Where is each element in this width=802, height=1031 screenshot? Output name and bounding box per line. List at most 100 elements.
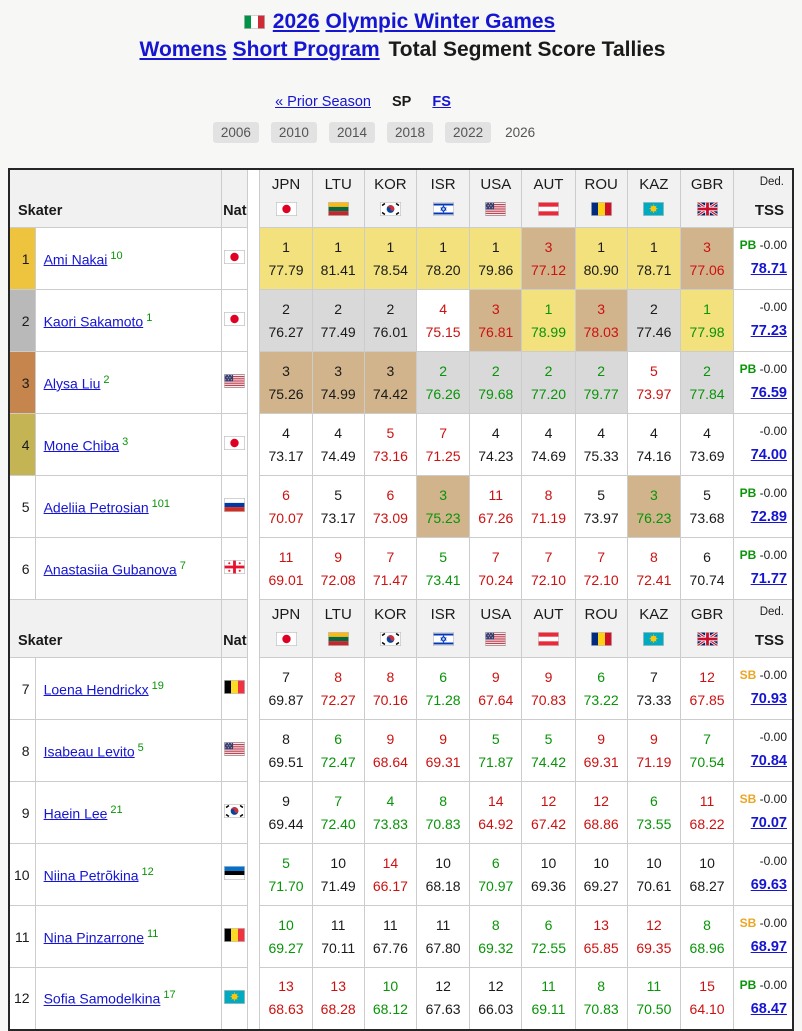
tss-link[interactable]: 68.47 [751, 1001, 787, 1017]
score-cell-aut: 672.55 [522, 906, 575, 968]
skater-link[interactable]: Sofia Samodelkina [44, 991, 161, 1007]
tss-link[interactable]: 69.63 [751, 877, 787, 893]
tss-link[interactable]: 74.00 [751, 447, 787, 463]
skater-superscript[interactable]: 19 [152, 680, 164, 692]
score-cell-rou: 180.90 [575, 228, 627, 290]
skater-row: 4Mone Chiba3473.17474.49573.16771.25474.… [9, 414, 793, 476]
flag-rus-icon [224, 498, 245, 512]
skater-link[interactable]: Anastasiia Gubanova [44, 561, 177, 577]
score-cell-gbr: 377.06 [680, 228, 733, 290]
score-cell-jpn: 1368.63 [260, 968, 312, 1030]
year-2026-link[interactable]: 2026 [273, 10, 320, 33]
skater-link[interactable]: Niina Petrõkina [44, 867, 139, 883]
tss-link[interactable]: 70.84 [751, 753, 787, 769]
score-cell-jpn: 1169.01 [260, 538, 312, 600]
score-cell-gbr: 770.54 [680, 720, 733, 782]
skater-cell: Alysa Liu2 [35, 352, 222, 414]
skater-link[interactable]: Kaori Sakamoto [44, 313, 144, 329]
year-2010-button[interactable]: 2010 [271, 122, 317, 143]
tss-link[interactable]: 78.71 [751, 261, 787, 277]
tss-link[interactable]: 71.77 [751, 571, 787, 587]
skater-cell: Loena Hendrickx19 [35, 658, 222, 720]
flag-kor-icon [224, 804, 245, 818]
score-cell-isr: 771.25 [416, 414, 469, 476]
skater-link[interactable]: Nina Pinzarrone [44, 929, 144, 945]
nat-cell [222, 538, 248, 600]
skater-cell: Kaori Sakamoto1 [35, 290, 222, 352]
flag-usa-icon [485, 632, 506, 646]
flag-gbr-icon [697, 632, 718, 646]
nat-cell [222, 476, 248, 538]
score-cell-kaz: 178.71 [627, 228, 680, 290]
skater-superscript[interactable]: 11 [147, 928, 158, 940]
skater-link[interactable]: Adeliia Petrosian [44, 499, 149, 515]
score-cell-rou: 1365.85 [575, 906, 627, 968]
womens-link[interactable]: Womens [140, 38, 227, 61]
skater-link[interactable]: Alysa Liu [44, 375, 101, 391]
skater-superscript[interactable]: 12 [142, 866, 154, 878]
spacer-column [248, 906, 260, 968]
skater-row: 2Kaori Sakamoto1276.27277.49276.01475.15… [9, 290, 793, 352]
skater-link[interactable]: Ami Nakai [44, 251, 108, 267]
skater-link[interactable]: Isabeau Levito [44, 743, 135, 759]
score-cell-ltu: 374.99 [312, 352, 364, 414]
skater-superscript[interactable]: 101 [152, 498, 170, 510]
score-cell-usa: 1464.92 [470, 782, 522, 844]
short-program-link[interactable]: Short Program [233, 38, 380, 61]
score-cell-isr: 870.83 [416, 782, 469, 844]
year-2014-button[interactable]: 2014 [329, 122, 375, 143]
skater-superscript[interactable]: 17 [163, 989, 175, 1001]
skater-superscript[interactable]: 1 [146, 312, 152, 324]
skater-superscript[interactable]: 2 [103, 374, 109, 386]
skater-superscript[interactable]: 5 [138, 742, 144, 754]
deduction-value: -0.00 [760, 362, 787, 376]
score-cell-aut: 1267.42 [522, 782, 575, 844]
tss-link[interactable]: 77.23 [751, 323, 787, 339]
score-cell-kaz: 1269.35 [627, 906, 680, 968]
deduction-value: -0.00 [760, 916, 787, 930]
skater-cell: Mone Chiba3 [35, 414, 222, 476]
spacer-column [248, 290, 260, 352]
year-2018-button[interactable]: 2018 [387, 122, 433, 143]
ded-header-label: Ded. [760, 176, 784, 188]
tss-link[interactable]: 72.89 [751, 509, 787, 525]
fs-link[interactable]: FS [432, 94, 451, 110]
tss-link[interactable]: 68.97 [751, 939, 787, 955]
nat-cell [222, 352, 248, 414]
country-column-header-aut: AUT [522, 169, 575, 228]
score-cell-ltu: 1170.11 [312, 906, 364, 968]
score-cell-rou: 772.10 [575, 538, 627, 600]
year-2006-button[interactable]: 2006 [213, 122, 259, 143]
spacer-column [248, 600, 260, 658]
score-cell-ltu: 277.49 [312, 290, 364, 352]
score-cell-kaz: 971.19 [627, 720, 680, 782]
score-cell-usa: 571.87 [470, 720, 522, 782]
tss-link[interactable]: 70.93 [751, 691, 787, 707]
spacer-column [248, 414, 260, 476]
tss-link[interactable]: 70.07 [751, 815, 787, 831]
skater-link[interactable]: Haein Lee [44, 805, 108, 821]
olympic-winter-games-link[interactable]: Olympic Winter Games [326, 10, 556, 33]
skater-superscript[interactable]: 10 [110, 250, 122, 262]
score-cell-kor: 870.16 [364, 658, 416, 720]
ded-tss-cell: PB -0.0078.71 [734, 228, 793, 290]
score-cell-aut: 377.12 [522, 228, 575, 290]
place-cell: 3 [9, 352, 35, 414]
deduction-value: -0.00 [760, 238, 787, 252]
score-cell-rou: 475.33 [575, 414, 627, 476]
country-column-header-ltu: LTU [312, 600, 364, 658]
score-cell-rou: 870.83 [575, 968, 627, 1030]
skater-link[interactable]: Mone Chiba [44, 437, 120, 453]
skater-row: 9Haein Lee21969.44772.40473.83870.831464… [9, 782, 793, 844]
year-2022-button[interactable]: 2022 [445, 122, 491, 143]
prior-season-link[interactable]: « Prior Season [275, 94, 371, 110]
tss-link[interactable]: 76.59 [751, 385, 787, 401]
flag-gbr-icon [697, 202, 718, 216]
skater-link[interactable]: Loena Hendrickx [44, 681, 149, 697]
flag-est-icon [224, 866, 245, 880]
skater-superscript[interactable]: 3 [122, 436, 128, 448]
ded-tss-cell: PB -0.0072.89 [734, 476, 793, 538]
skater-superscript[interactable]: 7 [180, 560, 186, 572]
skater-superscript[interactable]: 21 [110, 804, 122, 816]
ded-tss-cell: -0.0069.63 [734, 844, 793, 906]
